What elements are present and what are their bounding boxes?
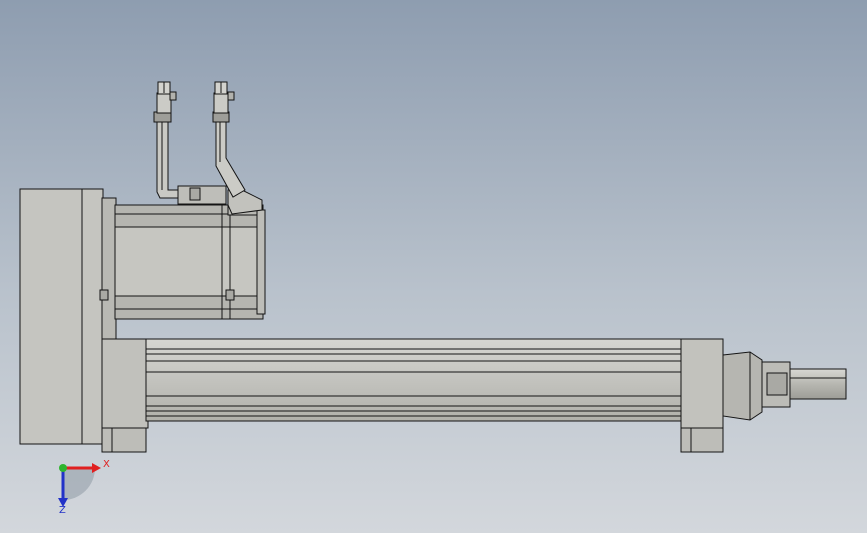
graphics-viewport[interactable]: X Z	[0, 0, 867, 533]
x-axis-label: X	[103, 459, 110, 470]
z-axis-label: Z	[59, 505, 66, 516]
piston-rod[interactable]	[789, 368, 847, 400]
servo-motor[interactable]	[114, 202, 266, 320]
x-axis-head	[92, 463, 101, 473]
y-axis-dot	[59, 464, 67, 472]
orientation-triad[interactable]: X Z	[58, 459, 110, 516]
actuator-tube[interactable]	[101, 338, 683, 453]
triad-plane-shading	[63, 468, 95, 500]
cad-model-view: X Z	[19, 81, 847, 516]
front-end-cap[interactable]	[680, 338, 791, 453]
